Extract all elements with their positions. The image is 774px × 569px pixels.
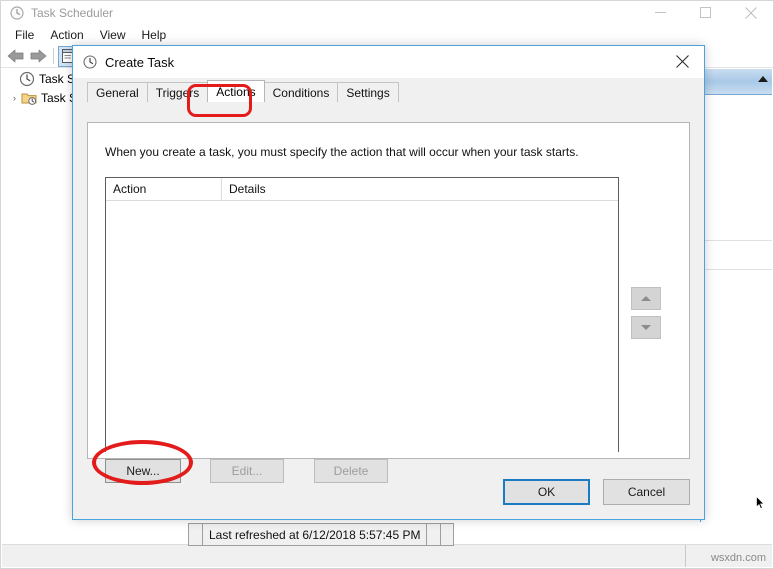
clock-icon xyxy=(83,55,97,69)
status-cells: Last refreshed at 6/12/2018 5:57:45 PM xyxy=(188,523,455,546)
app-title: Task Scheduler xyxy=(31,5,114,20)
mouse-cursor-icon xyxy=(756,495,766,510)
create-task-dialog: Create Task General Triggers Actions Con… xyxy=(72,45,705,520)
listview-header: Action Details xyxy=(106,178,618,201)
close-icon[interactable] xyxy=(728,1,773,24)
window-controls xyxy=(638,1,773,24)
move-down-button[interactable] xyxy=(631,316,661,339)
tab-conditions[interactable]: Conditions xyxy=(263,82,339,102)
minimize-icon[interactable] xyxy=(638,1,683,24)
console-actions-pane xyxy=(700,69,772,522)
column-header-details[interactable]: Details xyxy=(222,178,618,200)
dialog-titlebar: Create Task xyxy=(73,46,704,78)
tab-triggers[interactable]: Triggers xyxy=(146,82,209,102)
move-buttons-group xyxy=(631,287,661,345)
dialog-footer: OK Cancel xyxy=(503,479,690,505)
menu-file[interactable]: File xyxy=(7,26,42,44)
chevron-right-icon[interactable]: › xyxy=(8,91,21,104)
actions-hint-text: When you create a task, you must specify… xyxy=(105,145,579,159)
folder-clock-icon xyxy=(21,90,37,106)
dialog-title: Create Task xyxy=(105,54,175,70)
status-cell-spacer xyxy=(440,523,455,546)
tab-actions[interactable]: Actions xyxy=(207,80,265,102)
action-buttons-row: New... Edit... Delete xyxy=(105,459,388,483)
status-cell-spacer xyxy=(188,523,202,546)
ok-button[interactable]: OK xyxy=(503,479,590,505)
listview-body[interactable] xyxy=(106,201,618,452)
status-cell-spacer xyxy=(426,523,441,546)
watermark-label: wsxdn.com xyxy=(710,552,766,564)
statusbar-strip: Last refreshed at 6/12/2018 5:57:45 PM w… xyxy=(2,523,772,567)
new-button[interactable]: New... xyxy=(105,459,181,483)
delete-button: Delete xyxy=(314,459,388,483)
forward-arrow-icon[interactable] xyxy=(27,46,49,67)
main-statusbar: Last refreshed at 6/12/2018 5:57:45 PM w… xyxy=(2,523,772,567)
status-refresh-label: Last refreshed at 6/12/2018 5:57:45 PM xyxy=(202,523,427,546)
actions-pane-header xyxy=(701,69,772,95)
pane-divider xyxy=(701,240,772,241)
tree-expander[interactable] xyxy=(6,72,19,85)
dialog-tabstrip: General Triggers Actions Conditions Sett… xyxy=(87,80,704,102)
menu-view[interactable]: View xyxy=(92,26,134,44)
menu-help[interactable]: Help xyxy=(134,26,175,44)
main-titlebar: Task Scheduler xyxy=(1,1,773,24)
watermark-divider xyxy=(685,545,686,567)
back-arrow-icon[interactable] xyxy=(5,46,27,67)
triangle-down-icon xyxy=(641,325,651,330)
cancel-button[interactable]: Cancel xyxy=(603,479,690,505)
edit-button: Edit... xyxy=(210,459,284,483)
triangle-up-icon xyxy=(641,296,651,301)
close-icon[interactable] xyxy=(661,46,704,77)
clock-icon xyxy=(10,5,24,20)
actions-listview[interactable]: Action Details xyxy=(105,177,619,452)
tab-settings[interactable]: Settings xyxy=(337,82,399,102)
tab-general[interactable]: General xyxy=(87,82,148,102)
pane-divider xyxy=(701,269,772,270)
maximize-icon[interactable] xyxy=(683,1,728,24)
menu-bar: File Action View Help xyxy=(1,24,773,45)
column-header-action[interactable]: Action xyxy=(106,178,222,200)
actions-tab-panel: When you create a task, you must specify… xyxy=(87,122,690,483)
clock-icon xyxy=(19,71,35,87)
menu-action[interactable]: Action xyxy=(42,26,91,44)
toolbar-separator xyxy=(53,48,54,64)
triangle-up-icon[interactable] xyxy=(758,76,768,82)
move-up-button[interactable] xyxy=(631,287,661,310)
